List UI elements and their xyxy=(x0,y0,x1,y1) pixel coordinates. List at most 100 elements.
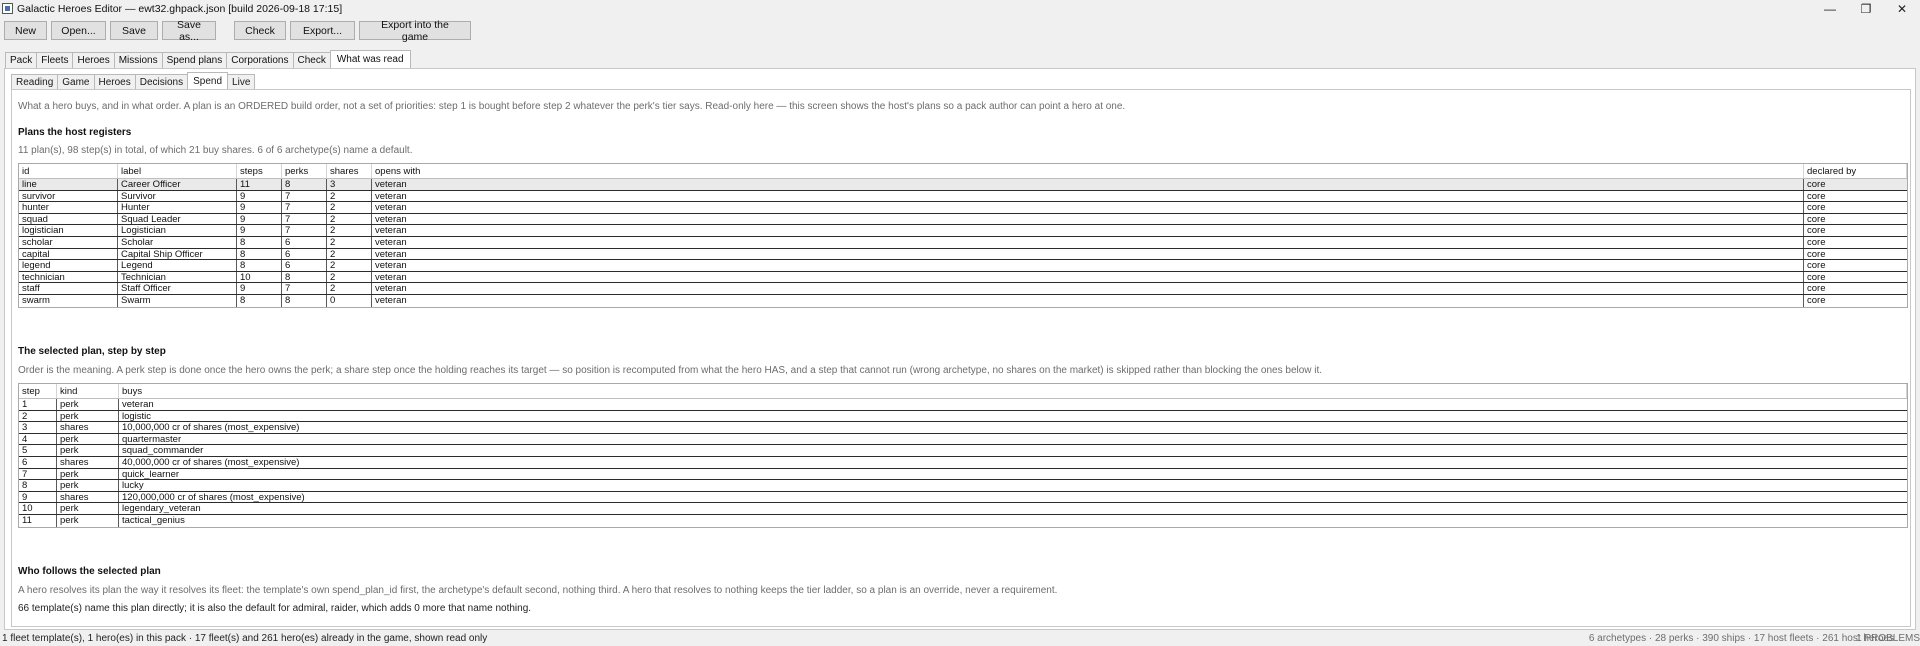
subtab-reading[interactable]: Reading xyxy=(11,74,59,89)
cell-step: 6 xyxy=(19,456,57,468)
cell-step: 3 xyxy=(19,422,57,433)
table-row[interactable]: survivor Survivor 9 7 2 veteran core xyxy=(19,190,1907,203)
column-header-id[interactable]: id xyxy=(19,164,118,178)
table-row[interactable]: logistician Logistician 9 7 2 veteran core xyxy=(19,225,1907,237)
table-row[interactable]: hunter Hunter 9 7 2 veteran core xyxy=(19,202,1907,214)
cell-opens-with: veteran xyxy=(372,236,1804,248)
cell-perks: 7 xyxy=(282,190,327,202)
cell-declared-by: core xyxy=(1807,294,1826,306)
cell-id: staff xyxy=(19,283,118,294)
cell-shares: 2 xyxy=(327,190,372,202)
subtab-decisions[interactable]: Decisions xyxy=(134,74,189,89)
export-into-game-button[interactable]: Export into the game xyxy=(359,19,471,43)
table-row[interactable]: 6 shares 40,000,000 cr of shares (most_exp… xyxy=(19,456,1907,469)
status-bar: 1 fleet template(s), 1 hero(es) in this … xyxy=(0,631,1920,646)
export-button[interactable]: Export... xyxy=(290,21,355,40)
table-row[interactable]: 2 perk logistic xyxy=(19,410,1907,423)
cell-perks: 7 xyxy=(282,202,327,213)
tab-what-was-read[interactable]: What was read xyxy=(329,50,411,68)
tab-corporations[interactable]: Corporations xyxy=(226,52,294,68)
column-header-label[interactable]: label xyxy=(118,164,237,178)
tab-spend-plans[interactable]: Spend plans xyxy=(161,52,228,68)
cell-steps: 9 xyxy=(237,225,282,236)
cell-id: squad xyxy=(19,213,118,225)
cell-opens-with: veteran xyxy=(372,271,1804,283)
cell-label: Career Officer xyxy=(118,179,237,190)
column-header-buys[interactable]: buys xyxy=(119,384,1907,398)
column-header-opens-with[interactable]: opens with xyxy=(372,164,1804,178)
follows-detail: 66 template(s) name this plan directly; … xyxy=(18,603,532,614)
cell-shares: 3 xyxy=(327,179,372,190)
cell-opens-with: veteran xyxy=(372,294,1804,307)
cell-opens-with: veteran xyxy=(372,213,1804,225)
tab-missions[interactable]: Missions xyxy=(113,52,163,68)
cell-id: logistician xyxy=(19,225,118,236)
cell-shares: 2 xyxy=(327,248,372,260)
table-row[interactable]: 1 perk veteran xyxy=(19,399,1907,411)
new-button[interactable]: New xyxy=(4,21,47,40)
cell-buys: legendary_veteran xyxy=(122,503,201,514)
plans-summary: 11 plan(s), 98 step(s) in total, of whic… xyxy=(18,145,413,156)
table-row[interactable]: 4 perk quartermaster xyxy=(19,433,1907,446)
plans-table[interactable]: id label steps perks shares opens with declare… xyxy=(18,163,1908,308)
table-row[interactable]: capital Capital Ship Officer 8 6 2 veteran cor… xyxy=(19,248,1907,261)
table-row[interactable]: 7 perk quick_learner xyxy=(19,468,1907,481)
table-row[interactable]: 3 shares 10,000,000 cr of shares (most_exp… xyxy=(19,422,1907,434)
table-row[interactable]: 5 perk squad_commander xyxy=(19,445,1907,457)
column-header-perks[interactable]: perks xyxy=(282,164,327,178)
subtab-game[interactable]: Game xyxy=(57,74,95,89)
cell-kind: shares xyxy=(57,456,119,468)
table-row[interactable]: 10 perk legendary_veteran xyxy=(19,503,1907,515)
cell-steps: 10 xyxy=(237,271,282,283)
problems-indicator[interactable]: 1 PROBLEMS xyxy=(1856,633,1920,644)
table-row[interactable]: line Career Officer 11 8 3 veteran core xyxy=(19,179,1907,191)
table-row[interactable]: 9 shares 120,000,000 cr of shares (most_ex… xyxy=(19,491,1907,504)
cell-label: Survivor xyxy=(118,190,237,202)
cell-label: Swarm xyxy=(118,294,237,307)
close-icon[interactable]: ✕ xyxy=(1884,0,1920,17)
cell-steps: 8 xyxy=(237,260,282,271)
table-row[interactable]: swarm Swarm 8 8 0 veteran core xyxy=(19,294,1907,307)
cell-step: 1 xyxy=(19,399,57,410)
maximize-icon[interactable]: ❐ xyxy=(1848,0,1884,17)
tab-check[interactable]: Check xyxy=(292,52,331,68)
open-button[interactable]: Open... xyxy=(51,21,106,40)
table-row[interactable]: squad Squad Leader 9 7 2 veteran core xyxy=(19,213,1907,226)
cell-kind: perk xyxy=(57,514,119,527)
tab-pack[interactable]: Pack xyxy=(5,52,38,68)
table-row[interactable]: 11 perk tactical_genius xyxy=(19,514,1907,527)
cell-id: scholar xyxy=(19,236,118,248)
subtab-heroes[interactable]: Heroes xyxy=(93,74,136,89)
save-as-button[interactable]: Save as... xyxy=(162,19,216,43)
minimize-icon[interactable]: — xyxy=(1812,0,1848,17)
cell-shares: 2 xyxy=(327,283,372,294)
cell-step: 8 xyxy=(19,480,57,491)
cell-perks: 6 xyxy=(282,248,327,260)
cell-kind: perk xyxy=(57,410,119,422)
column-header-step[interactable]: step xyxy=(19,384,57,398)
cell-perks: 7 xyxy=(282,225,327,236)
steps-table[interactable]: step kind buys 1 perk veteran 2 perk logistic 3 sh… xyxy=(18,383,1908,528)
table-row[interactable]: technician Technician 10 8 2 veteran core xyxy=(19,271,1907,284)
column-header-kind[interactable]: kind xyxy=(57,384,119,398)
cell-perks: 8 xyxy=(282,271,327,283)
cell-declared-by: core xyxy=(1807,248,1826,260)
table-row[interactable]: staff Staff Officer 9 7 2 veteran core xyxy=(19,283,1907,295)
save-button[interactable]: Save xyxy=(110,21,158,40)
cell-declared-by: core xyxy=(1807,190,1826,202)
column-header-steps[interactable]: steps xyxy=(237,164,282,178)
cell-steps: 9 xyxy=(237,213,282,225)
cell-opens-with: veteran xyxy=(372,283,1804,294)
table-row[interactable]: scholar Scholar 8 6 2 veteran core xyxy=(19,236,1907,249)
table-row[interactable]: legend Legend 8 6 2 veteran core xyxy=(19,260,1907,272)
check-button[interactable]: Check xyxy=(234,21,286,40)
tab-heroes[interactable]: Heroes xyxy=(72,52,115,68)
cell-steps: 11 xyxy=(237,179,282,190)
subtab-spend[interactable]: Spend xyxy=(187,72,229,89)
column-header-shares[interactable]: shares xyxy=(327,164,372,178)
tab-fleets[interactable]: Fleets xyxy=(36,52,74,68)
subtab-live[interactable]: Live xyxy=(227,74,256,89)
cell-shares: 2 xyxy=(327,213,372,225)
table-row[interactable]: 8 perk lucky xyxy=(19,480,1907,492)
column-header-declared-by[interactable]: declared by xyxy=(1804,164,1907,178)
